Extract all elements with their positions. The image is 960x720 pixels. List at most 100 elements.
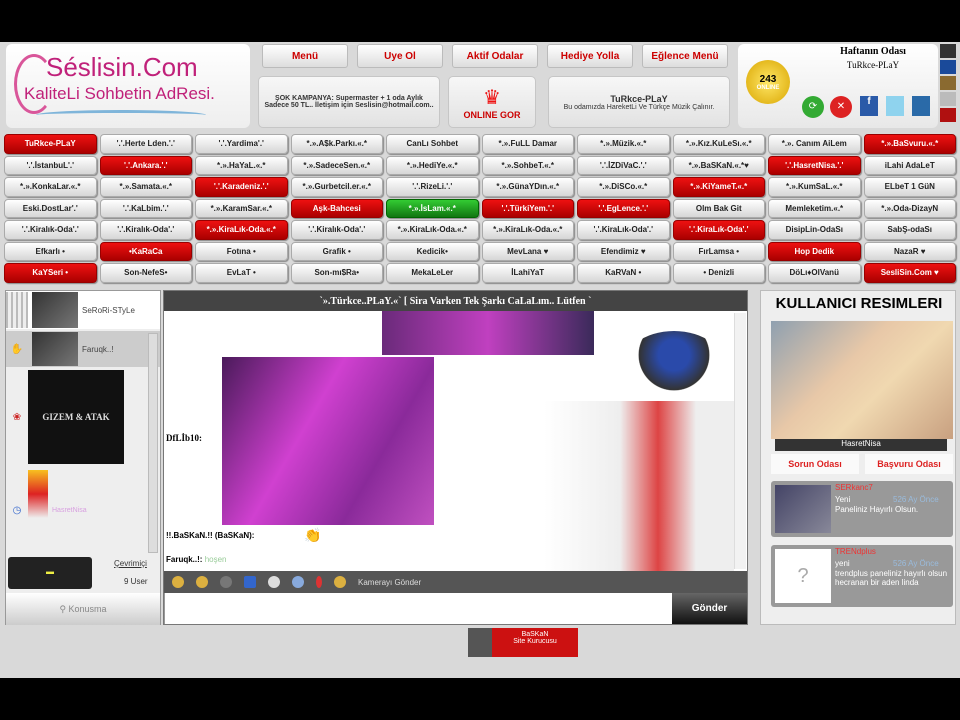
room-button[interactable]: '.'.HasretNisa.'.': [768, 155, 861, 175]
room-button[interactable]: FırLamsa •: [672, 241, 765, 261]
room-button[interactable]: '.'.RizeLi.'.': [386, 177, 479, 197]
room-button[interactable]: *.».Müzik.«.*: [577, 134, 670, 154]
room-button[interactable]: *.».Kız.KuLeSı.«.*: [672, 134, 765, 154]
room-button[interactable]: '.'.İstanbuL'.': [4, 155, 97, 175]
room-button[interactable]: *.».İsLam.«.*: [386, 198, 479, 218]
room-button[interactable]: *.».FuLL Damar: [481, 134, 574, 154]
chat-scrollbar[interactable]: [734, 313, 746, 569]
room-button[interactable]: *.».HediYe.«.*: [386, 155, 479, 175]
room-button[interactable]: *.».KiYameT.«.*: [672, 177, 765, 197]
message-input[interactable]: [164, 593, 672, 624]
room-button[interactable]: •KaRaCa: [99, 241, 192, 261]
room-button[interactable]: Son-mı$Ra•: [290, 263, 383, 283]
room-button[interactable]: *.». Canım AiLem: [768, 134, 861, 154]
room-button[interactable]: *.».SohbeT.«.*: [481, 155, 574, 175]
room-button[interactable]: Eski.DostLar'.': [4, 198, 97, 218]
room-button[interactable]: Efkarlı •: [4, 241, 97, 261]
room-button[interactable]: '.'.Ankara.'.': [99, 155, 192, 175]
room-button[interactable]: '.'.EgLence.'.': [577, 198, 670, 218]
font-icon[interactable]: [244, 576, 256, 588]
application-room-button[interactable]: Başvuru Odası: [865, 454, 953, 474]
room-button[interactable]: '.'.Herte Lden.'.': [99, 134, 192, 154]
room-button[interactable]: iLahi AdaLeT: [863, 155, 956, 175]
room-button[interactable]: '.'.KaLbim.'.': [99, 198, 192, 218]
room-button[interactable]: '.'.KiraLık-Oda'.': [672, 220, 765, 240]
room-button[interactable]: *.».KumSaL.«.*: [768, 177, 861, 197]
nav-fun-menu[interactable]: Eğlence Menü: [642, 44, 728, 68]
room-button[interactable]: SabŞ-odaSı: [863, 220, 956, 240]
featured-photo[interactable]: [771, 321, 953, 439]
problem-room-button[interactable]: Sorun Odası: [771, 454, 859, 474]
gift-icon[interactable]: [316, 576, 322, 588]
room-button[interactable]: KaRVaN •: [577, 263, 670, 283]
camera-icon[interactable]: [292, 576, 304, 588]
room-button[interactable]: *.».KiraLık-Oda.«.*: [195, 220, 288, 240]
room-button[interactable]: *.».DiSCo.«.*: [577, 177, 670, 197]
room-button[interactable]: CanLı Sohbet: [386, 134, 479, 154]
theme-swatch-dark[interactable]: [940, 44, 956, 58]
close-icon[interactable]: ✕: [830, 96, 852, 118]
room-button[interactable]: TuRkce-PLaY: [4, 134, 97, 154]
room-button[interactable]: DöLı♦OlVanü: [768, 263, 861, 283]
user-item[interactable]: ✋ Faruqk..!: [6, 331, 160, 367]
room-button[interactable]: Efendimiz ♥: [577, 241, 670, 261]
room-button[interactable]: '.'.Kiralık-Oda'.': [4, 220, 97, 240]
post-card[interactable]: SERkanc7 Yeni 526 Ay Önce Paneliniz Hayı…: [771, 481, 953, 537]
room-button[interactable]: *.».BaSvuru.«.*: [863, 134, 956, 154]
nav-register[interactable]: Uye Ol: [357, 44, 443, 68]
room-button[interactable]: Son-NefeS•: [99, 263, 192, 283]
site-logo[interactable]: Séslisin.Com KaliteLi Sohbetin AdResi.: [6, 44, 250, 128]
room-button[interactable]: *.».A$k.Parkı.«.*: [290, 134, 383, 154]
room-button[interactable]: NazaR ♥: [863, 241, 956, 261]
room-button[interactable]: KaYSeri •: [4, 263, 97, 283]
theme-swatch-red[interactable]: [940, 108, 956, 122]
room-button[interactable]: Kedicik•: [386, 241, 479, 261]
nav-send-gift[interactable]: Hediye Yolla: [547, 44, 633, 68]
room-button[interactable]: MevLana ♥: [481, 241, 574, 261]
nav-active-rooms[interactable]: Aktif Odalar: [452, 44, 538, 68]
room-button[interactable]: *.».Samata.«.*: [99, 177, 192, 197]
hand-icon[interactable]: [172, 576, 184, 588]
facebook-icon[interactable]: f: [860, 96, 878, 116]
room-button[interactable]: ELbeT 1 GüN: [863, 177, 956, 197]
share-icon[interactable]: [912, 96, 930, 116]
send-camera-link[interactable]: Kamerayı Gönder: [358, 578, 421, 587]
room-button[interactable]: • Denizli: [672, 263, 765, 283]
room-button[interactable]: MekaLeLer: [386, 263, 479, 283]
room-button[interactable]: '.'.Karadeniz.'.': [195, 177, 288, 197]
room-button[interactable]: *.».BaSKaN.«.*♥: [672, 155, 765, 175]
online-users-link[interactable]: Çevrimiçi: [114, 559, 147, 568]
smiley-icon[interactable]: [196, 576, 208, 588]
room-button[interactable]: EvLaT •: [195, 263, 288, 283]
room-button[interactable]: Fotına •: [195, 241, 288, 261]
room-button[interactable]: Memleketim.«.*: [768, 198, 861, 218]
room-button[interactable]: '.'.Yardima'.': [195, 134, 288, 154]
room-button[interactable]: Aşk-Bahcesi: [290, 198, 383, 218]
room-button[interactable]: *.».SadeceSen.«.*: [290, 155, 383, 175]
send-button[interactable]: Gönder: [672, 593, 747, 624]
room-button[interactable]: *.».GünaYDın.«.*: [481, 177, 574, 197]
nav-menu[interactable]: Menü: [262, 44, 348, 68]
room-button[interactable]: Hop Dedik: [768, 241, 861, 261]
ring-icon[interactable]: [268, 576, 280, 588]
room-button[interactable]: *.».KaramSar.«.*: [195, 198, 288, 218]
user-item[interactable]: SeRoRi-STyLe: [6, 291, 160, 329]
room-button[interactable]: '.'.İZDiVaC.'.': [577, 155, 670, 175]
room-button[interactable]: *.».KiraLık-Oda.«.*: [481, 220, 574, 240]
room-button[interactable]: '.'.Kiralık-Oda'.': [290, 220, 383, 240]
room-button[interactable]: '.'.KiraLık-Oda'.': [577, 220, 670, 240]
room-button[interactable]: *.».HaYaL.«.*: [195, 155, 288, 175]
theme-swatch-brown[interactable]: [940, 76, 956, 90]
room-button[interactable]: İLahiYaT: [481, 263, 574, 283]
room-button[interactable]: *.».KiraLık-Oda.«.*: [386, 220, 479, 240]
room-button[interactable]: *.».Gurbetcil.er.«.*: [290, 177, 383, 197]
medal-icon[interactable]: [334, 576, 346, 588]
room-button[interactable]: DisipLin-OdaSı: [768, 220, 861, 240]
twitter-icon[interactable]: [886, 96, 904, 116]
room-button[interactable]: SesliSin.Com ♥: [863, 263, 956, 283]
theme-swatch-blue[interactable]: [940, 60, 956, 74]
room-button[interactable]: *.».Oda-DizayN: [863, 198, 956, 218]
user-item[interactable]: ❀ GIZEM & ATAK: [6, 369, 160, 465]
conversation-tab[interactable]: ⚲ Konusma: [6, 593, 160, 625]
room-button[interactable]: *.».KonkaLar.«.*: [4, 177, 97, 197]
